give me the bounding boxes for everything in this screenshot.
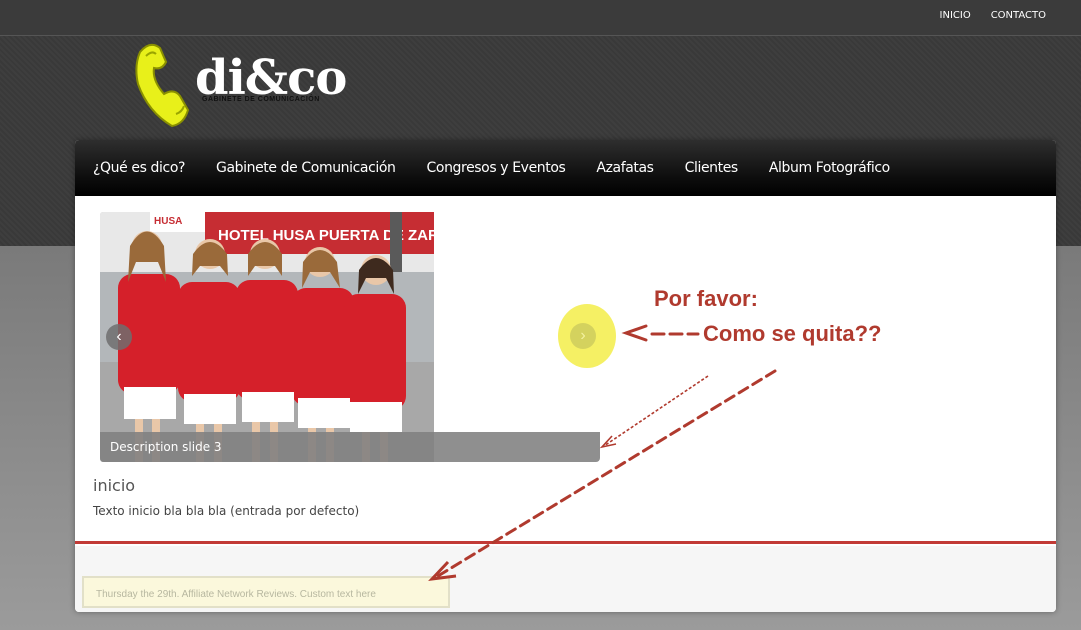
annotation-arrow-left [621,324,700,342]
annotation-arrow-footer [436,369,777,578]
annotation-arrows [428,324,777,582]
annotation-arrow-caption [603,375,709,447]
annotation-arrow-caption-head [599,435,617,449]
annotation-arrow-footer-head [428,560,457,582]
